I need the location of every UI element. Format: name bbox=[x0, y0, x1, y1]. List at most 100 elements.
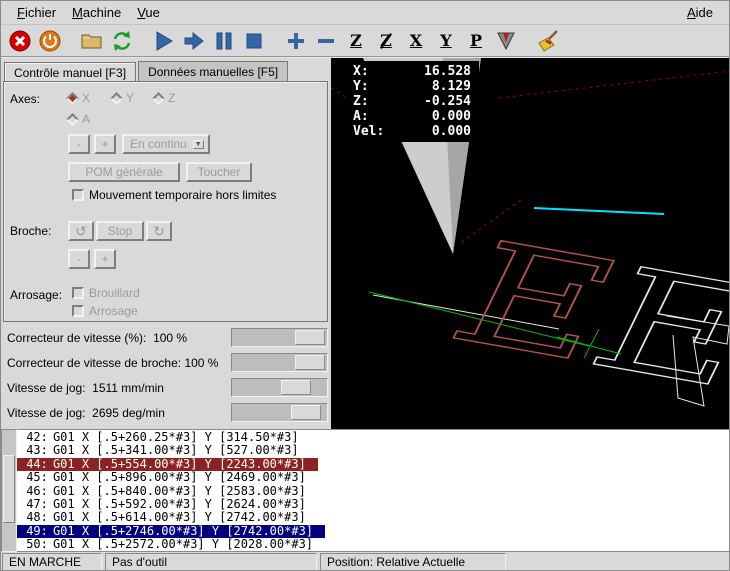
home-all-button[interactable]: POM générale bbox=[68, 162, 180, 182]
menu-machine[interactable]: Machine bbox=[64, 3, 129, 22]
spindle-override-row: Correcteur de vitesse de broche: 100 % bbox=[1, 350, 331, 375]
toolbar: Z Z X Y P bbox=[1, 25, 729, 58]
touch-off-button[interactable]: Toucher bbox=[186, 162, 252, 182]
spindle-cw-button[interactable]: ↻ bbox=[146, 221, 172, 241]
jog-minus-button[interactable]: - bbox=[68, 134, 90, 154]
dro-axis-value: 0.000 bbox=[389, 109, 471, 124]
jog-plus-button[interactable]: + bbox=[94, 134, 116, 154]
run-button[interactable] bbox=[149, 27, 179, 55]
gcode-text-area[interactable]: 42: G01 X [.5+260.25*#3] Y [314.50*#3] 43… bbox=[17, 429, 730, 552]
gcode-line[interactable]: 47:G01 X [.5+592.00*#3] Y [2624.00*#3] bbox=[17, 498, 730, 511]
jog-speed-value: 1511 mm/min bbox=[92, 381, 164, 395]
dro-axis-label: A: bbox=[353, 109, 389, 124]
step-button[interactable] bbox=[179, 27, 209, 55]
gcode-line[interactable]: 50: G01 X [.5+2572.00*#3] Y [2028.00*#3] bbox=[17, 538, 730, 551]
gcode-line[interactable]: 49:G01 X [.5+2746.00*#3] Y [2742.00*#3] bbox=[17, 525, 730, 538]
spindle-label: Broche: bbox=[10, 224, 51, 238]
gcode-line[interactable]: 43:G01 X [.5+341.00*#3] Y [527.00*#3] bbox=[17, 444, 730, 457]
slider-handle[interactable] bbox=[295, 355, 325, 370]
line-text: G01 X [.5+592.00*#3] Y [2624.00*#3] bbox=[53, 497, 306, 511]
gcode-scrollbar[interactable] bbox=[1, 429, 17, 552]
view-rotated-top-button[interactable]: Z bbox=[371, 27, 401, 55]
axis-radio-y[interactable]: Y bbox=[112, 91, 134, 105]
line-text: G01 X [.5+554.00*#3] Y [2243.00*#3] bbox=[53, 457, 306, 471]
reload-button[interactable] bbox=[107, 27, 137, 55]
machine-state-cell: EN MARCHE bbox=[2, 553, 102, 571]
coolant-label: Arrosage: bbox=[10, 288, 62, 302]
axis-radio-z[interactable]: Z bbox=[154, 91, 175, 105]
spindle-stop-button[interactable]: Stop bbox=[96, 221, 144, 241]
tool-info-cell: Pas d'outil bbox=[105, 553, 317, 571]
radio-indicator bbox=[66, 92, 79, 105]
feed-override-slider[interactable] bbox=[231, 328, 328, 347]
gcode-line[interactable]: 45:G01 X [.5+896.00*#3] Y [2469.00*#3] bbox=[17, 471, 730, 484]
menu-vue[interactable]: Vue bbox=[129, 3, 168, 22]
preview-canvas[interactable]: E E X: 16.528 bbox=[331, 58, 730, 429]
feed-override-value: 100 % bbox=[153, 331, 187, 345]
angular-jog-speed-label: Vitesse de jog: 2695 deg/min bbox=[7, 406, 165, 420]
spindle-plus-button[interactable]: + bbox=[94, 249, 116, 269]
dro-row-vel: Vel: 0.000 bbox=[353, 124, 471, 139]
menu-aide[interactable]: Aide bbox=[679, 3, 721, 22]
gcode-line[interactable]: 42: G01 X [.5+260.25*#3] Y [314.50*#3] bbox=[17, 431, 730, 444]
selected-segment bbox=[534, 208, 664, 214]
statusbar-filler bbox=[509, 553, 730, 571]
pause-button[interactable] bbox=[209, 27, 239, 55]
dro-row-z: Z: -0.254 bbox=[353, 94, 471, 109]
slider-handle[interactable] bbox=[291, 405, 321, 420]
view-side-letter: X bbox=[410, 33, 422, 49]
scrollbar-thumb[interactable] bbox=[3, 455, 15, 523]
gcode-line[interactable]: 48:G01 X [.5+614.00*#3] Y [2742.00*#3] bbox=[17, 511, 730, 524]
line-number: 49: bbox=[19, 525, 48, 538]
view-top-button[interactable]: Z bbox=[341, 27, 371, 55]
line-number: 50: bbox=[19, 538, 48, 551]
estop-button[interactable] bbox=[5, 27, 35, 55]
radio-indicator bbox=[66, 113, 79, 126]
override-limits-checkbox[interactable]: Mouvement temporaire hors limites bbox=[72, 188, 276, 202]
spindle-minus-button[interactable]: - bbox=[68, 249, 90, 269]
dro-row-y: Y: 8.129 bbox=[353, 79, 471, 94]
jog-speed-slider[interactable] bbox=[231, 378, 328, 397]
pause-icon bbox=[212, 29, 236, 53]
line-number: 46: bbox=[19, 485, 48, 498]
checkbox-indicator bbox=[72, 305, 84, 317]
step-icon bbox=[182, 29, 206, 53]
angular-jog-speed-slider[interactable] bbox=[231, 403, 328, 422]
zoom-in-button[interactable] bbox=[281, 27, 311, 55]
open-file-button[interactable] bbox=[77, 27, 107, 55]
position-mode-cell: Position: Relative Actuelle bbox=[320, 553, 506, 571]
flood-label: Arrosage bbox=[89, 304, 138, 318]
axis-radio-x[interactable]: X bbox=[68, 91, 90, 105]
stop-button[interactable] bbox=[239, 27, 269, 55]
clear-plot-button[interactable] bbox=[533, 27, 563, 55]
run-icon bbox=[152, 29, 176, 53]
gcode-line[interactable]: 46:G01 X [.5+840.00*#3] Y [2583.00*#3] bbox=[17, 485, 730, 498]
spindle-ccw-button[interactable]: ↺ bbox=[68, 221, 94, 241]
line-number: 42: bbox=[19, 431, 48, 444]
slider-handle[interactable] bbox=[295, 330, 325, 345]
tab-bar: Contrôle manuel [F3] Données manuelles [… bbox=[1, 58, 331, 81]
slider-handle[interactable] bbox=[281, 380, 311, 395]
mist-label: Brouillard bbox=[89, 286, 140, 300]
flood-checkbox[interactable]: Arrosage bbox=[72, 304, 138, 318]
view-front-button[interactable]: Y bbox=[431, 27, 461, 55]
view-side-button[interactable]: X bbox=[401, 27, 431, 55]
machine-power-button[interactable] bbox=[35, 27, 65, 55]
zoom-out-button[interactable] bbox=[311, 27, 341, 55]
feed-override-row: Correcteur de vitesse (%): 100 % bbox=[1, 325, 331, 350]
line-text: G01 X [.5+260.25*#3] Y [314.50*#3] bbox=[53, 430, 299, 444]
spindle-override-slider[interactable] bbox=[231, 353, 328, 372]
axes-label: Axes: bbox=[10, 92, 40, 106]
line-number: 44: bbox=[19, 458, 48, 471]
tab-mdi[interactable]: Données manuelles [F5] bbox=[138, 61, 288, 81]
menu-fichier[interactable]: Fichier bbox=[9, 3, 64, 22]
tab-manual-control[interactable]: Contrôle manuel [F3] bbox=[4, 62, 136, 82]
gcode-line[interactable]: 44: G01 X [.5+554.00*#3] Y [2243.00*#3] bbox=[17, 458, 730, 471]
jog-mode-dropdown[interactable]: En continu ▼ bbox=[122, 134, 210, 154]
line-text: G01 X [.5+2572.00*#3] Y [2028.00*#3] bbox=[53, 537, 313, 551]
show-tool-button[interactable] bbox=[491, 27, 521, 55]
mist-checkbox[interactable]: Brouillard bbox=[72, 286, 140, 300]
dro-axis-value: 8.129 bbox=[389, 79, 471, 94]
view-perspective-button[interactable]: P bbox=[461, 27, 491, 55]
axis-radio-a[interactable]: A bbox=[68, 112, 90, 126]
